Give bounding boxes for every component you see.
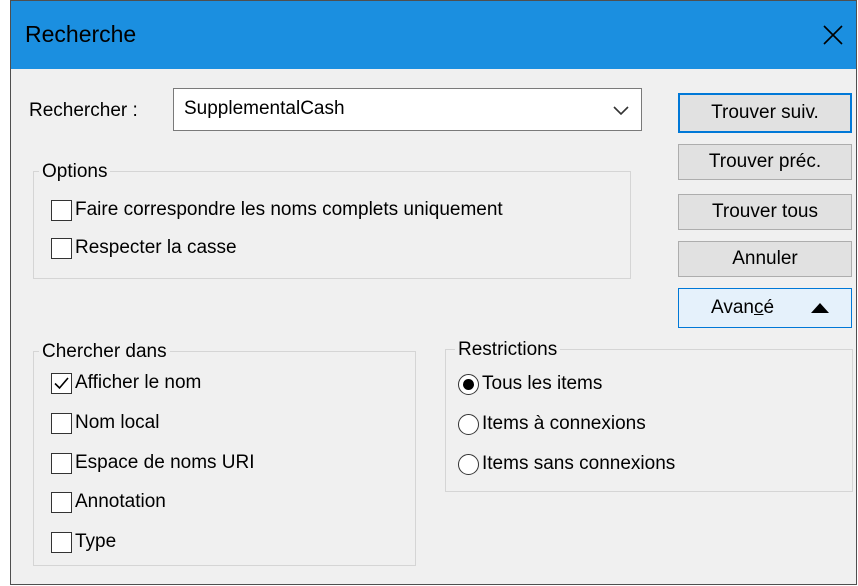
- close-button[interactable]: [810, 1, 856, 69]
- options-group-title: Options: [39, 161, 111, 183]
- find-previous-button[interactable]: Trouver préc.: [678, 144, 852, 180]
- search-in-local-name-checkbox[interactable]: Nom local: [51, 412, 159, 434]
- restriction-items-without-connections-radio[interactable]: Items sans connexions: [458, 453, 675, 475]
- match-full-names-label: Faire correspondre les noms complets uni…: [75, 199, 503, 220]
- radio-button[interactable]: [458, 453, 479, 475]
- radio-button[interactable]: [458, 413, 479, 435]
- triangle-up-icon: [811, 303, 830, 313]
- search-in-item-label: Type: [75, 531, 117, 552]
- cancel-button[interactable]: Annuler: [678, 241, 852, 277]
- advanced-label: Avancé: [711, 297, 775, 318]
- checkbox-box[interactable]: [51, 199, 72, 221]
- search-in-annotation-checkbox[interactable]: Annotation: [51, 491, 166, 513]
- search-in-item-label: Annotation: [75, 491, 166, 512]
- restriction-item-label: Items à connexions: [482, 413, 646, 434]
- checkbox-box[interactable]: [51, 531, 72, 553]
- search-in-item-label: Espace de noms URI: [75, 452, 255, 473]
- checkbox-box[interactable]: [51, 452, 72, 474]
- search-in-display-name-checkbox[interactable]: Afficher le nom: [51, 372, 201, 394]
- match-full-names-checkbox[interactable]: Faire correspondre les noms complets uni…: [51, 199, 503, 221]
- radio-button[interactable]: [458, 373, 479, 395]
- options-group: [33, 171, 631, 279]
- checkbox-box[interactable]: [51, 372, 72, 394]
- checkbox-box[interactable]: [51, 237, 72, 259]
- title-bar: Recherche: [11, 1, 856, 69]
- search-in-group-title: Chercher dans: [39, 341, 170, 363]
- restriction-items-with-connections-radio[interactable]: Items à connexions: [458, 413, 646, 435]
- find-all-button[interactable]: Trouver tous: [678, 194, 852, 230]
- find-next-button[interactable]: Trouver suiv.: [678, 93, 852, 133]
- close-icon: [823, 25, 843, 45]
- check-icon: [54, 376, 69, 389]
- match-case-label: Respecter la casse: [75, 237, 237, 258]
- search-in-item-label: Afficher le nom: [75, 372, 202, 393]
- restriction-all-items-radio[interactable]: Tous les items: [458, 373, 602, 395]
- checkbox-box[interactable]: [51, 412, 72, 434]
- search-combobox[interactable]: SupplementalCash: [173, 88, 642, 131]
- search-input[interactable]: SupplementalCash: [184, 98, 345, 120]
- restriction-item-label: Items sans connexions: [482, 453, 676, 474]
- search-in-type-checkbox[interactable]: Type: [51, 531, 116, 553]
- checkbox-box[interactable]: [51, 491, 72, 513]
- restriction-item-label: Tous les items: [482, 373, 603, 394]
- radio-selected-dot: [463, 378, 474, 390]
- search-dialog: Recherche Rechercher : SupplementalCash …: [10, 0, 857, 585]
- search-in-item-label: Nom local: [75, 412, 160, 433]
- search-label: Rechercher :: [29, 100, 138, 121]
- search-in-namespace-uri-checkbox[interactable]: Espace de noms URI: [51, 452, 255, 474]
- match-case-checkbox[interactable]: Respecter la casse: [51, 237, 237, 259]
- advanced-toggle-button[interactable]: Avancé: [678, 288, 852, 328]
- chevron-down-icon[interactable]: [611, 101, 631, 119]
- dialog-title: Recherche: [25, 21, 137, 47]
- restrictions-group-title: Restrictions: [455, 339, 561, 361]
